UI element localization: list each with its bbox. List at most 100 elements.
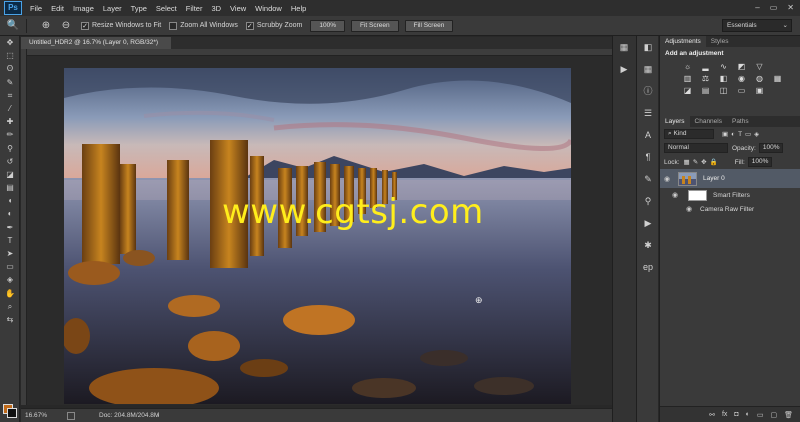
timeline-panel-icon[interactable]: ▶ xyxy=(637,212,659,234)
info-panel-icon[interactable]: ⓘ xyxy=(637,80,659,102)
visibility-eye-icon[interactable]: ◉ xyxy=(672,191,682,199)
gradient-map-icon[interactable]: ▭ xyxy=(736,86,747,95)
zoom-all-checkbox[interactable]: Zoom All Windows xyxy=(169,21,238,30)
history-panel-icon[interactable]: ▦ xyxy=(613,36,635,58)
swap-colors-icon[interactable]: ⇆ xyxy=(0,313,20,326)
invert-icon[interactable]: ◪ xyxy=(682,86,693,95)
tool-presets-panel-icon[interactable]: ✱ xyxy=(637,234,659,256)
exposure-icon[interactable]: ◩ xyxy=(736,62,747,71)
lasso-tool-icon[interactable]: ʘ xyxy=(0,62,20,75)
menu-3d[interactable]: 3D xyxy=(211,4,221,13)
posterize-icon[interactable]: ▤ xyxy=(700,86,711,95)
threshold-icon[interactable]: ◫ xyxy=(718,86,729,95)
menu-select[interactable]: Select xyxy=(156,4,177,13)
menu-image[interactable]: Image xyxy=(73,4,94,13)
blur-tool-icon[interactable]: ◖ xyxy=(0,194,20,207)
photo-filter-icon[interactable]: ◉ xyxy=(736,74,747,83)
eyedropper-tool-icon[interactable]: ⁄ xyxy=(0,102,20,115)
zoom-in-icon[interactable]: ⊕ xyxy=(39,19,53,33)
levels-icon[interactable]: ▂ xyxy=(700,62,711,71)
hand-tool-icon[interactable]: ✋ xyxy=(0,287,20,300)
hue-saturation-icon[interactable]: ▥ xyxy=(682,74,693,83)
adjustment-layer-icon[interactable]: ◐ xyxy=(746,411,750,418)
scrubby-zoom-checkbox[interactable]: ✓ Scrubby Zoom xyxy=(245,21,302,30)
vibrance-icon[interactable]: ▽ xyxy=(754,62,765,71)
kind-filter-select[interactable]: ⌕ Kind xyxy=(664,129,714,139)
maximize-icon[interactable]: ▭ xyxy=(770,3,778,12)
zoom-100-button[interactable]: 100% xyxy=(310,19,345,32)
tab-layers[interactable]: Layers xyxy=(660,116,690,127)
menu-type[interactable]: Type xyxy=(131,4,147,13)
group-icon[interactable]: ▭ xyxy=(757,411,764,419)
brightness-icon[interactable]: ☼ xyxy=(682,62,693,71)
new-layer-icon[interactable]: ▢ xyxy=(770,411,777,419)
blend-mode-select[interactable]: Normal xyxy=(664,143,728,153)
color-balance-icon[interactable]: ⚖ xyxy=(700,74,711,83)
doc-info-icon[interactable] xyxy=(67,412,75,420)
tab-paths[interactable]: Paths xyxy=(727,116,754,127)
background-color-swatch[interactable] xyxy=(7,408,17,418)
visibility-eye-icon[interactable]: ◉ xyxy=(686,205,696,213)
link-layers-icon[interactable]: ⚯ xyxy=(709,411,715,419)
tab-styles[interactable]: Styles xyxy=(706,36,734,47)
shape-tool-icon[interactable]: ▭ xyxy=(0,260,20,273)
fill-screen-button[interactable]: Fill Screen xyxy=(404,19,454,32)
document-photo[interactable] xyxy=(64,68,571,404)
pen-tool-icon[interactable]: ✒ xyxy=(0,221,20,234)
minimize-icon[interactable]: – xyxy=(755,3,759,12)
horizontal-ruler[interactable] xyxy=(27,49,612,56)
history-brush-tool-icon[interactable]: ↺ xyxy=(0,155,20,168)
actions-panel-icon[interactable]: ▶ xyxy=(613,58,635,80)
layer-row-selected[interactable]: ◉ Layer 0 xyxy=(660,169,800,188)
move-tool-icon[interactable]: ✥ xyxy=(0,36,20,49)
crop-tool-icon[interactable]: ⌗ xyxy=(0,89,20,102)
document-tab[interactable]: Untitled_HDR2 @ 16.7% (Layer 0, RGB/32*)… xyxy=(21,37,171,58)
selective-color-icon[interactable]: ▣ xyxy=(754,86,765,95)
character-panel-icon[interactable]: A xyxy=(637,124,659,146)
menu-layer[interactable]: Layer xyxy=(103,4,122,13)
resize-windows-checkbox[interactable]: ✓ Resize Windows to Fit xyxy=(81,21,161,30)
fit-screen-button[interactable]: Fit Screen xyxy=(350,19,399,32)
eraser-tool-icon[interactable]: ◪ xyxy=(0,168,20,181)
extension-panel-icon[interactable]: ep xyxy=(637,256,659,278)
workspace-select[interactable]: Essentials ⌄ xyxy=(722,19,792,32)
gradient-tool-icon[interactable]: ▤ xyxy=(0,181,20,194)
menu-filter[interactable]: Filter xyxy=(186,4,203,13)
zoom-level[interactable]: 16.67% xyxy=(25,409,47,422)
tab-adjustments[interactable]: Adjustments xyxy=(660,36,706,47)
quick-select-tool-icon[interactable]: ✎ xyxy=(0,76,20,89)
zoom-out-icon[interactable]: ⊖ xyxy=(59,19,73,33)
dodge-tool-icon[interactable]: ◐ xyxy=(0,207,20,220)
swatches-panel-icon[interactable]: ▦ xyxy=(637,58,659,80)
menu-window[interactable]: Window xyxy=(255,4,282,13)
fx-icon[interactable]: fx xyxy=(722,411,727,418)
close-icon[interactable]: ✕ xyxy=(787,3,794,12)
visibility-eye-icon[interactable]: ◉ xyxy=(664,175,674,183)
filter-icons[interactable]: ▣◐T▭◈ xyxy=(722,130,762,138)
fill-input[interactable]: 100% xyxy=(747,157,773,167)
menu-view[interactable]: View xyxy=(230,4,246,13)
camera-raw-row[interactable]: ◉ Camera Raw Filter xyxy=(660,202,800,216)
paragraph-panel-icon[interactable]: ¶ xyxy=(637,146,659,168)
layer-name[interactable]: Layer 0 xyxy=(703,175,725,182)
brush-tool-icon[interactable]: ✏ xyxy=(0,128,20,141)
zoom-tool-icon[interactable]: ⌕ xyxy=(0,300,20,313)
add-mask-icon[interactable]: ◘ xyxy=(734,411,738,418)
smart-filters-row[interactable]: ◉ Smart Filters xyxy=(660,188,800,202)
color-lookup-icon[interactable]: ▦ xyxy=(772,74,783,83)
opacity-input[interactable]: 100% xyxy=(758,143,784,153)
menu-edit[interactable]: Edit xyxy=(51,4,64,13)
brush-panel-icon[interactable]: ✎ xyxy=(637,168,659,190)
3d-tool-icon[interactable]: ◈ xyxy=(0,273,20,286)
properties-panel-icon[interactable]: ☰ xyxy=(637,102,659,124)
menu-file[interactable]: File xyxy=(30,4,42,13)
path-select-tool-icon[interactable]: ➤ xyxy=(0,247,20,260)
trash-icon[interactable]: 🗑 xyxy=(784,411,793,419)
healing-brush-tool-icon[interactable]: ✚ xyxy=(0,115,20,128)
zoom-tool-icon[interactable]: 🔍 xyxy=(6,19,20,33)
color-panel-icon[interactable]: ◧ xyxy=(637,36,659,58)
menu-help[interactable]: Help xyxy=(291,4,306,13)
black-white-icon[interactable]: ◧ xyxy=(718,74,729,83)
marquee-tool-icon[interactable]: ⬚ xyxy=(0,49,20,62)
clone-stamp-tool-icon[interactable]: ⚲ xyxy=(0,142,20,155)
